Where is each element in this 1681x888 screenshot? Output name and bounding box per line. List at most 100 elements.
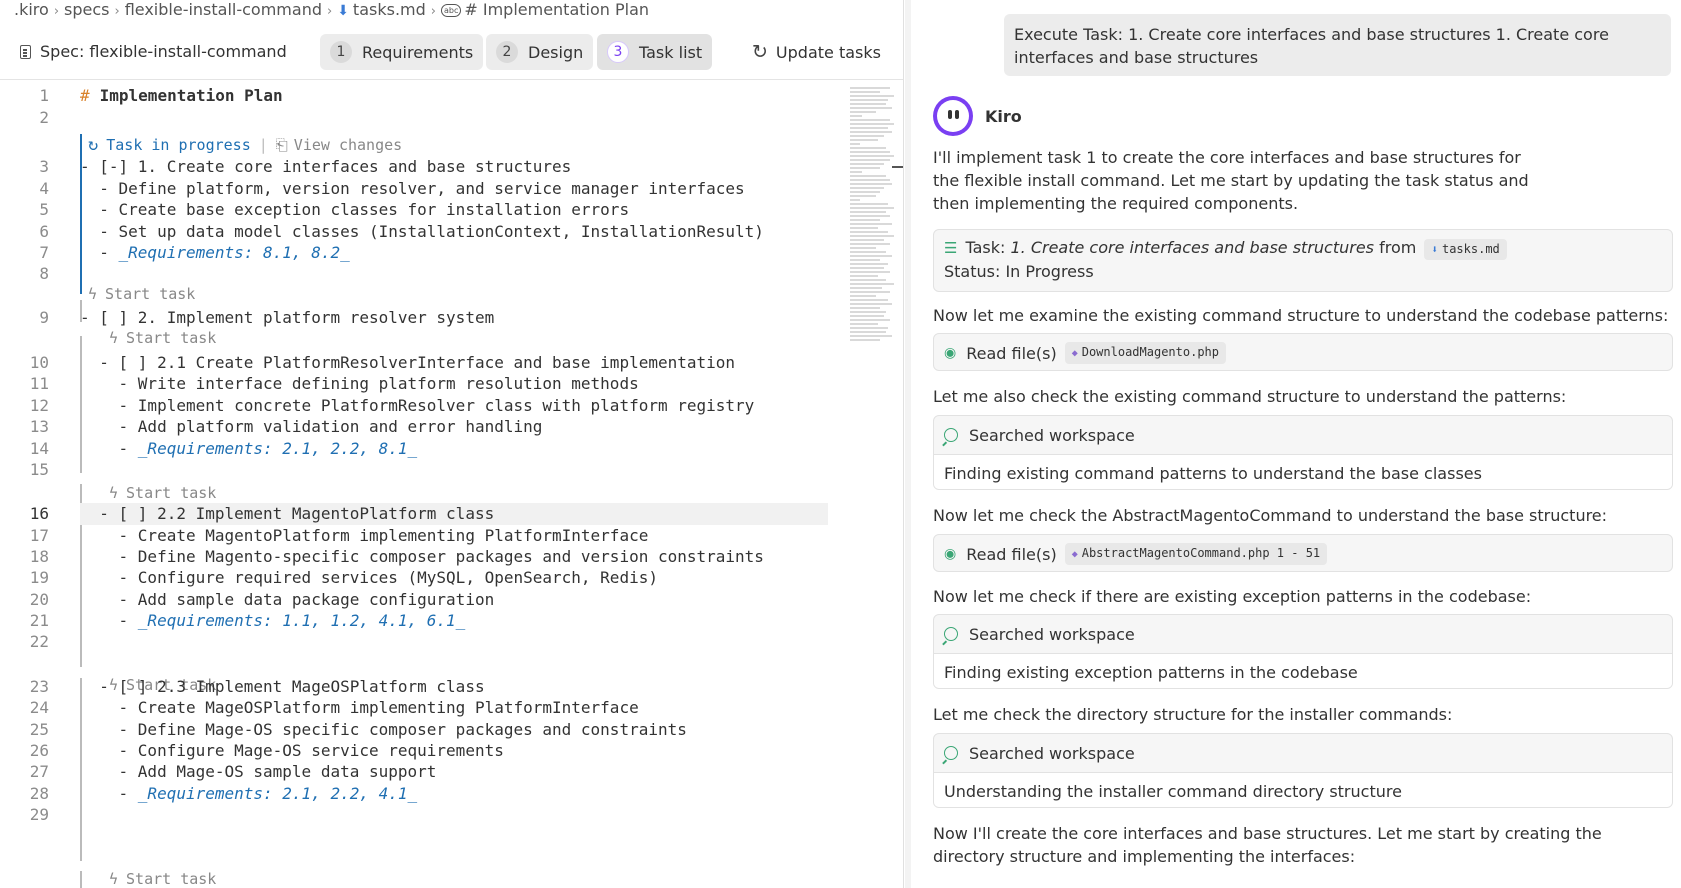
breadcrumb-item-spec-folder[interactable]: flexible-install-command — [125, 0, 322, 19]
task-status: Status: In Progress — [944, 262, 1094, 281]
code-line[interactable]: 28 - _Requirements: 2.1, 2.2, 4.1_ — [0, 783, 830, 805]
task-in-progress-label[interactable]: Task in progress — [106, 136, 251, 154]
code-line[interactable]: 23 - [ ] 2.3 Implement MageOSPlatform cl… — [0, 676, 830, 698]
task-from-label: from — [1379, 238, 1417, 257]
chevron-right-icon: › — [53, 4, 60, 19]
code-line[interactable]: 25 - Define Mage-OS specific composer pa… — [0, 719, 830, 741]
view-changes-link[interactable]: ⎗ View changes — [276, 136, 402, 154]
start-task-link[interactable]: ϟ Start task — [109, 868, 216, 888]
code-line[interactable]: 3 - [-] 1. Create core interfaces and bas… — [0, 156, 830, 178]
searched-workspace-card[interactable]: Searched workspace Finding existing exce… — [933, 614, 1673, 689]
tab-number: 3 — [607, 41, 629, 63]
file-chip[interactable]: ⬇ tasks.md — [1424, 239, 1507, 260]
minimap-line — [850, 131, 892, 133]
code-line[interactable]: 18 - Define Magento-specific composer pa… — [0, 546, 830, 568]
minimap-line — [850, 327, 888, 329]
lightning-icon: ϟ — [109, 329, 119, 347]
minimap[interactable] — [850, 87, 900, 347]
code-line[interactable]: 15 — [0, 459, 830, 481]
code-line[interactable]: 26 - Configure Mage-OS service requireme… — [0, 740, 830, 762]
code-line[interactable]: 29 — [0, 804, 830, 826]
file-chip[interactable]: ◆ AbstractMagentoCommand.php 1 - 51 — [1064, 543, 1328, 565]
code-line[interactable]: 27 - Add Mage-OS sample data support — [0, 761, 830, 783]
line-text: - [ ] 2. Implement platform resolver sys… — [80, 308, 495, 327]
minimap-line — [850, 323, 878, 325]
file-chip-label: tasks.md — [1441, 242, 1500, 256]
task-list-icon: ☰ — [944, 239, 958, 257]
code-line[interactable]: 7 - _Requirements: 8.1, 8.2_ — [0, 242, 830, 264]
searched-workspace-card[interactable]: Searched workspace Finding existing comm… — [933, 415, 1673, 490]
update-tasks-button[interactable]: ↻ Update tasks — [752, 34, 881, 70]
code-line[interactable]: 6 - Set up data model classes (Installat… — [0, 221, 830, 243]
code-editor[interactable]: ↻ Task in progress | ⎗ View changes ϟ Start t… — [0, 85, 903, 888]
code-line[interactable]: 19 - Configure required services (MySQL,… — [0, 567, 830, 589]
minimap-line — [850, 215, 890, 217]
assistant-message: Now let me check the AbstractMagentoComm… — [933, 506, 1608, 525]
start-task-link[interactable]: ϟ Start task — [88, 283, 195, 305]
code-line[interactable]: 17 - Create MagentoPlatform implementing… — [0, 525, 830, 547]
minimap-line — [850, 95, 894, 97]
code-line[interactable]: 22 — [0, 631, 830, 653]
start-task-link[interactable]: ϟ Start task — [109, 327, 216, 349]
code-line[interactable]: 8 — [0, 263, 830, 285]
line-text: - [ ] 2.3 Implement MageOSPlatform class — [80, 677, 485, 696]
code-line[interactable]: 4 - Define platform, version resolver, a… — [0, 178, 830, 200]
spec-toolbar: Spec: flexible-install-command 1 Requirem… — [0, 28, 903, 80]
code-line[interactable]: 1 # Implementation Plan — [0, 85, 830, 107]
code-line[interactable]: 21 - _Requirements: 1.1, 1.2, 4.1, 6.1_ — [0, 610, 830, 632]
line-text: - Create MagentoPlatform implementing Pl… — [80, 526, 649, 545]
minimap-line — [850, 287, 882, 289]
code-line[interactable]: 12 - Implement concrete PlatformResolver… — [0, 395, 830, 417]
chevron-right-icon: › — [114, 4, 120, 19]
start-task-link[interactable]: ϟ Start task — [109, 482, 216, 504]
searched-workspace-card[interactable]: Searched workspace Understanding the ins… — [933, 733, 1673, 808]
code-line[interactable]: 20 - Add sample data package configurati… — [0, 589, 830, 611]
minimap-line — [850, 115, 862, 117]
line-number: 13 — [29, 417, 49, 436]
minimap-line — [850, 123, 894, 125]
breadcrumb-item-symbol[interactable]: # Implementation Plan — [464, 0, 649, 19]
chevron-right-icon: › — [326, 4, 333, 19]
markdown-file-icon: ⬇ — [337, 3, 349, 19]
breadcrumb-item-file[interactable]: tasks.md — [353, 0, 426, 19]
start-task-label: Start task — [105, 285, 196, 303]
requirements-ref: _Requirements: 2.1, 2.2, 4.1_ — [137, 784, 418, 803]
assistant-header: Kiro — [933, 95, 1022, 137]
line-number: 6 — [39, 222, 49, 241]
sync-icon: ↻ — [88, 135, 99, 155]
code-line[interactable]: 14 - _Requirements: 2.1, 2.2, 8.1_ — [0, 438, 830, 460]
minimap-line — [850, 219, 880, 221]
minimap-line — [850, 187, 884, 189]
breadcrumb-item-specs[interactable]: specs — [64, 0, 109, 19]
php-file-icon: ◆ — [1071, 348, 1078, 359]
minimap-line — [850, 183, 892, 185]
code-line[interactable]: 2 — [0, 107, 830, 129]
line-number: 3 — [39, 157, 49, 176]
tab-requirements[interactable]: 1 Requirements — [320, 34, 484, 70]
code-line[interactable]: 10 - [ ] 2.1 Create PlatformResolverInte… — [0, 352, 830, 374]
search-icon — [944, 746, 958, 760]
line-text: - Configure required services (MySQL, Op… — [80, 568, 658, 587]
markdown-file-icon: ⬇ — [1431, 243, 1438, 256]
read-files-card[interactable]: ◉ Read file(s) ◆ DownloadMagento.php — [933, 333, 1673, 371]
breadcrumb-item-kiro[interactable]: .kiro — [14, 0, 49, 19]
minimap-line — [850, 155, 894, 157]
tab-task-list[interactable]: 3 Task list — [597, 34, 713, 70]
minimap-line — [850, 299, 888, 301]
tab-design[interactable]: 2 Design — [486, 34, 594, 70]
line-number: 22 — [29, 632, 49, 651]
minimap-line — [850, 259, 880, 261]
minimap-line — [850, 119, 890, 121]
minimap-line — [850, 303, 892, 305]
file-chip-label: AbstractMagentoCommand.php 1 - 51 — [1081, 546, 1321, 560]
file-chip-label: DownloadMagento.php — [1081, 345, 1220, 359]
code-line[interactable]: 5 - Create base exception classes for in… — [0, 199, 830, 221]
code-line[interactable]: 24 - Create MageOSPlatform implementing … — [0, 697, 830, 719]
line-number: 25 — [29, 720, 49, 739]
code-line[interactable]: 11 - Write interface defining platform r… — [0, 373, 830, 395]
code-line[interactable]: 9 - [ ] 2. Implement platform resolver sy… — [0, 307, 830, 329]
code-line[interactable]: 13 - Add platform validation and error h… — [0, 416, 830, 438]
code-line-current[interactable]: 16 - [ ] 2.2 Implement MagentoPlatform c… — [30, 503, 828, 525]
read-files-card[interactable]: ◉ Read file(s) ◆ AbstractMagentoCommand.php… — [933, 534, 1673, 572]
file-chip[interactable]: ◆ DownloadMagento.php — [1064, 342, 1227, 364]
